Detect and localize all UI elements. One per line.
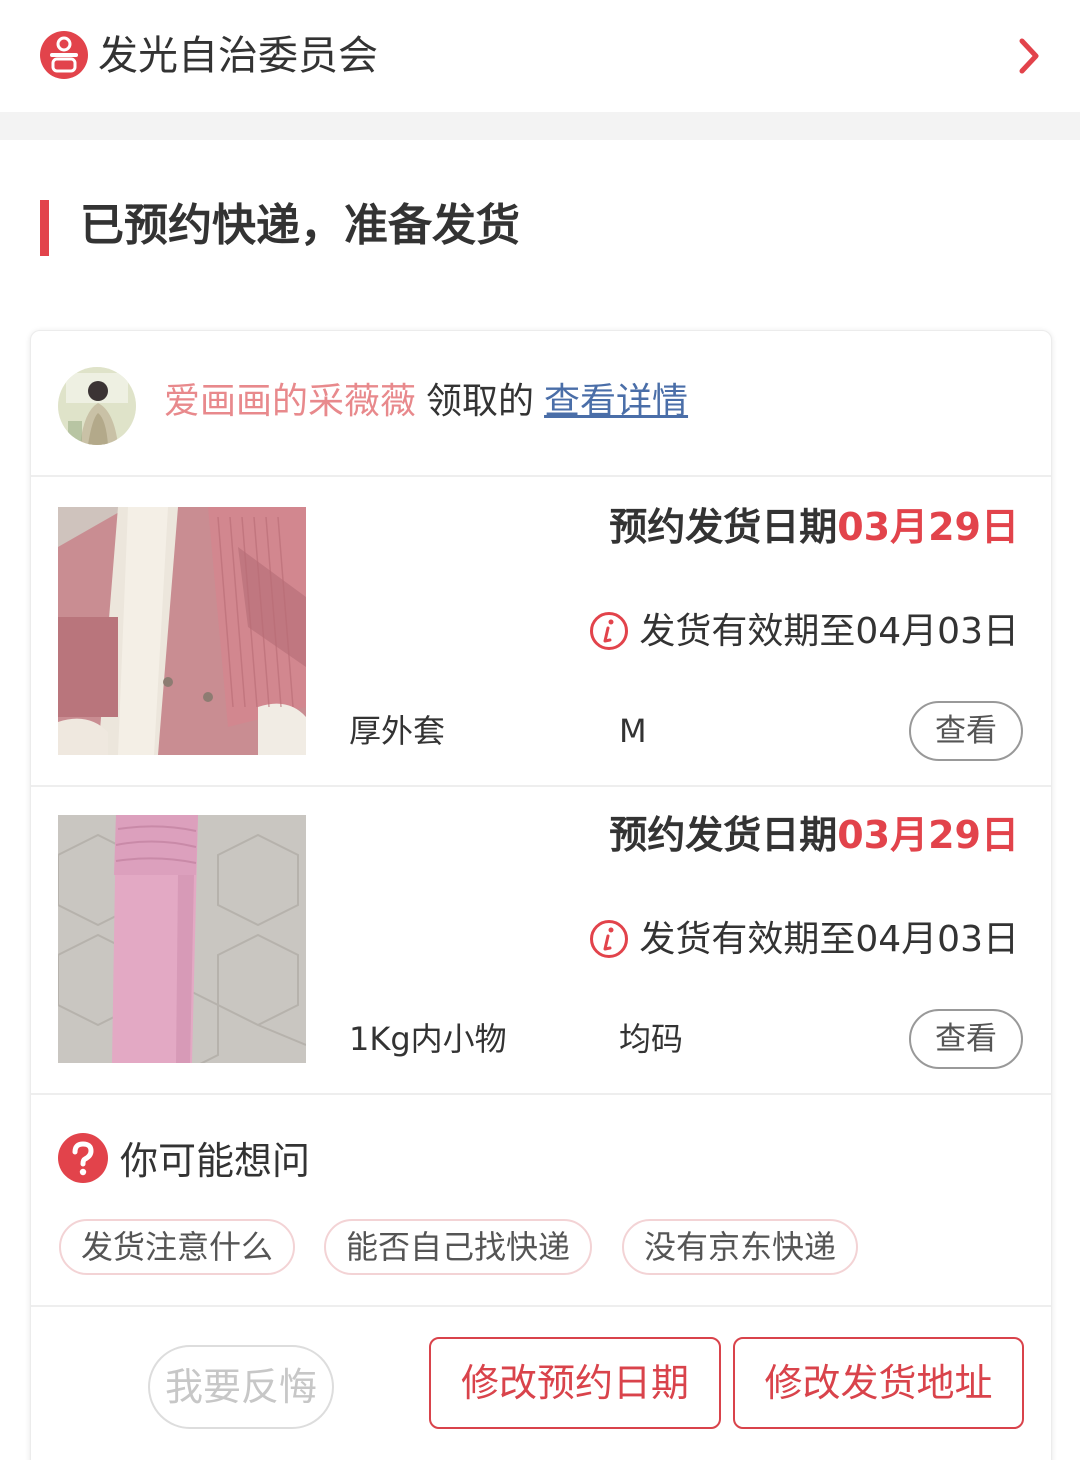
valid-until-text: 发货有效期至04月03日 <box>639 919 1019 960</box>
valid-until: 发货有效期至04月03日 <box>589 915 1019 965</box>
valid-until-text: 发货有效期至04月03日 <box>639 611 1019 652</box>
status-accent-bar <box>40 200 49 256</box>
question-icon <box>58 1133 108 1183</box>
faq-chip-no-jd-express[interactable]: 没有京东快递 <box>622 1219 859 1275</box>
item-name: 厚外套 <box>349 712 446 750</box>
item-photo-socks[interactable] <box>58 815 306 1063</box>
modify-address-button[interactable]: 修改发货地址 <box>733 1337 1024 1429</box>
info-icon <box>590 920 629 958</box>
list-item: 预约发货日期03月29日 发货有效期至04月03日 厚外套 M 查看 <box>31 479 1051 787</box>
item-name: 1Kg内小物 <box>349 1020 507 1058</box>
receiver-username[interactable]: 爱画画的采薇薇 <box>164 381 416 422</box>
modify-date-button[interactable]: 修改预约日期 <box>429 1337 721 1429</box>
view-details-link[interactable]: 查看详情 <box>544 381 688 422</box>
org-header[interactable]: 发光自治委员会 <box>0 0 1080 112</box>
ship-date-label: 预约发货日期 <box>609 505 838 549</box>
avatar[interactable] <box>58 367 136 445</box>
ship-date: 预约发货日期03月29日 <box>609 809 1019 861</box>
valid-until: 发货有效期至04月03日 <box>589 607 1019 657</box>
org-name: 发光自治委员会 <box>98 33 378 79</box>
ship-date-value: 03月29日 <box>837 505 1019 549</box>
faq-title: 你可能想问 <box>120 1139 311 1183</box>
org-logo-icon <box>40 31 88 79</box>
view-button[interactable]: 查看 <box>909 701 1023 761</box>
receiver-action-text: 领取的 <box>426 381 535 422</box>
faq-chip-shipping-notes[interactable]: 发货注意什么 <box>59 1219 296 1275</box>
faq-section: 你可能想问 发货注意什么 能否自己找快递 没有京东快递 <box>31 1093 1051 1307</box>
list-item: 预约发货日期03月29日 发货有效期至04月03日 1Kg内小物 均码 查看 <box>31 787 1051 1095</box>
ship-date-label: 预约发货日期 <box>609 813 838 857</box>
item-size: M <box>619 712 647 750</box>
order-card: 爱画画的采薇薇 领取的 查看详情 预约发货日期03月29日 发货有效期至04月0… <box>30 330 1052 1460</box>
action-bar: 我要反悔 修改预约日期 修改发货地址 <box>31 1309 1051 1460</box>
item-size: 均码 <box>619 1020 684 1058</box>
chevron-right-icon[interactable] <box>1012 36 1046 76</box>
info-icon <box>590 612 629 650</box>
ship-date-value: 03月29日 <box>837 813 1019 857</box>
status-title: 已预约快递，准备发货 <box>80 200 520 251</box>
receiver-text: 爱画画的采薇薇 领取的 查看详情 <box>164 377 688 427</box>
regret-button[interactable]: 我要反悔 <box>148 1345 334 1429</box>
view-button[interactable]: 查看 <box>909 1009 1023 1069</box>
item-photo-coat[interactable] <box>58 507 306 755</box>
receiver-row: 爱画画的采薇薇 领取的 查看详情 <box>31 331 1051 477</box>
main-content: 已预约快递，准备发货 爱画画的采薇薇 领取的 查看详情 预约发货日期03月29日… <box>0 140 1080 1460</box>
faq-chip-own-courier[interactable]: 能否自己找快递 <box>324 1219 593 1275</box>
ship-date: 预约发货日期03月29日 <box>609 501 1019 553</box>
